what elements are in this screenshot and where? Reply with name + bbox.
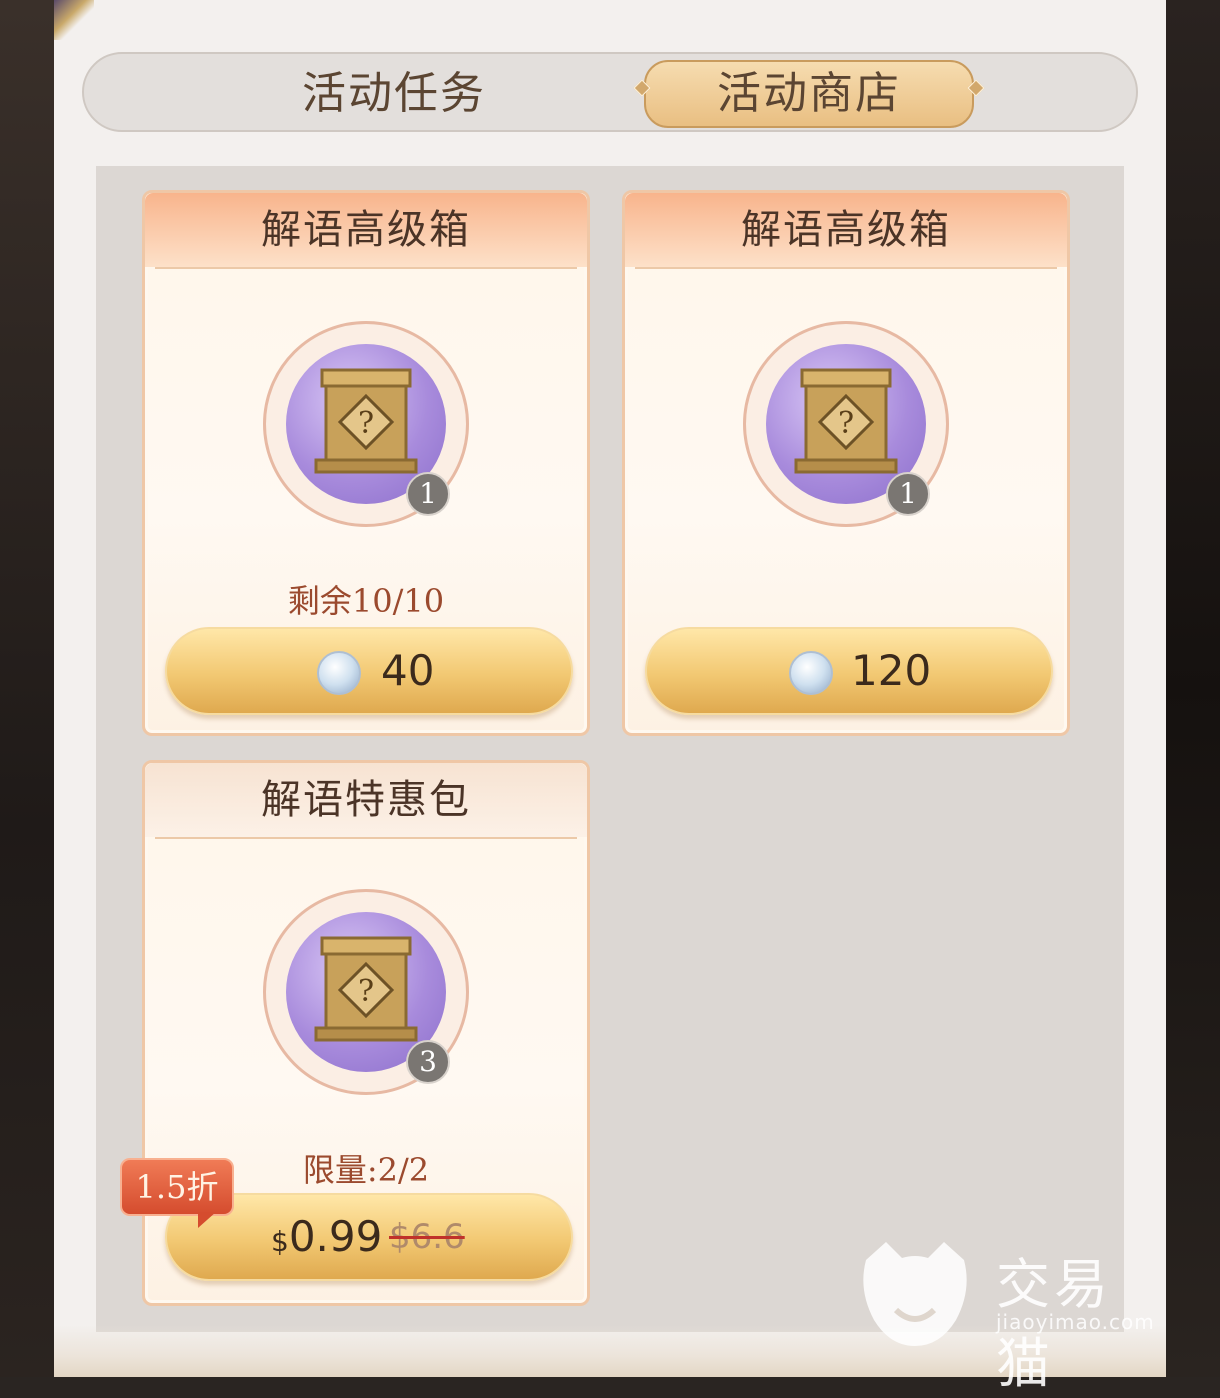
item-title: 解语特惠包 (145, 763, 587, 837)
remaining-stock: 剩余10/10 (287, 582, 445, 620)
discount-badge-tail (198, 1212, 216, 1228)
item-icon-frame: ? 3 (263, 889, 469, 1095)
mystery-chest-icon: ? (314, 368, 418, 474)
quantity-badge: 1 (406, 472, 450, 516)
price-label: $0.99 (271, 1195, 382, 1279)
header-divider (155, 267, 577, 269)
background-left (0, 0, 54, 1377)
item-icon-frame: ? 1 (263, 321, 469, 527)
item-icon-frame: ? 1 (743, 321, 949, 527)
buy-button[interactable]: 40 (165, 627, 573, 715)
tab-bar: 活动任务 活动商店 (82, 52, 1138, 132)
mystery-chest-icon: ? (794, 368, 898, 474)
item-title: 解语高级箱 (625, 193, 1067, 267)
shop-item-card[interactable]: 解语高级箱 ? 1 120 (622, 190, 1070, 736)
silver-coin-icon (317, 651, 361, 695)
svg-text:?: ? (358, 974, 374, 1009)
tab-event-tasks[interactable]: 活动任务 (234, 60, 554, 128)
price-currency: $ (271, 1225, 289, 1258)
svg-text:?: ? (838, 406, 854, 441)
mystery-chest-icon: ? (314, 936, 418, 1042)
price-value: 0.99 (288, 1212, 383, 1261)
original-price: $6.6 (389, 1217, 465, 1257)
buy-button[interactable]: 120 (645, 627, 1053, 715)
silver-coin-icon (789, 651, 833, 695)
item-title: 解语高级箱 (145, 193, 587, 267)
watermark-domain: jiaoyimao.com (996, 1310, 1155, 1334)
shop-item-card[interactable]: 解语高级箱 ? 1 剩余10/10 40 (142, 190, 590, 736)
svg-text:?: ? (358, 406, 374, 441)
background-right (1166, 0, 1220, 1377)
quantity-badge: 1 (886, 472, 930, 516)
cat-logo-icon (863, 1242, 967, 1346)
watermark: 交易猫 jiaoyimao.com (856, 1240, 1156, 1395)
tab-event-shop[interactable]: 活动商店 (644, 60, 974, 128)
panel-corner-decoration (54, 0, 94, 40)
discount-badge: 1.5折 (120, 1158, 234, 1216)
quantity-badge: 3 (406, 1040, 450, 1084)
price-label: 120 (851, 646, 932, 695)
header-divider (155, 837, 577, 839)
price-label: 40 (381, 646, 435, 695)
header-divider (635, 267, 1057, 269)
